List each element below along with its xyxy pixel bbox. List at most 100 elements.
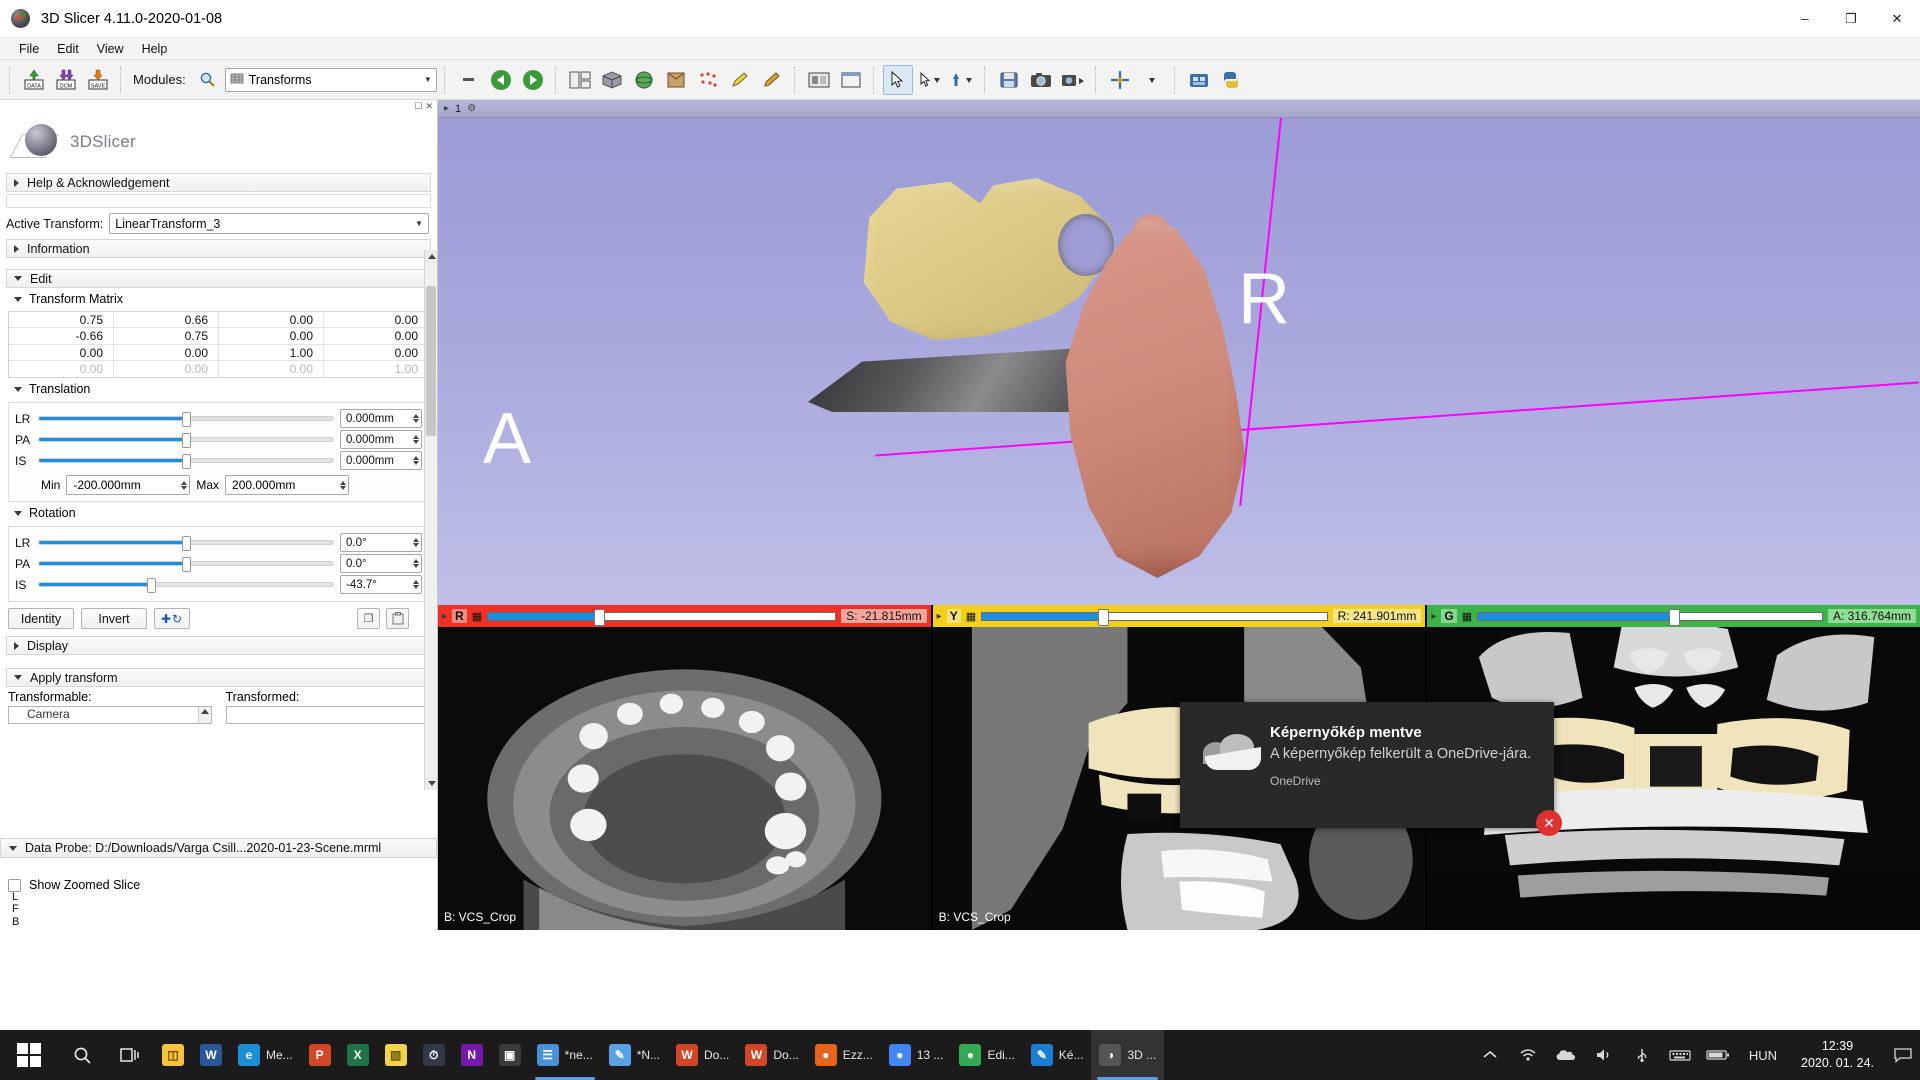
show-hidden-icons-button[interactable] — [1471, 1030, 1509, 1080]
pin-icon[interactable]: ▸ — [442, 611, 447, 622]
markups-icon[interactable] — [693, 65, 723, 95]
section-translation[interactable]: Translation — [0, 378, 437, 399]
load-dicom-button[interactable]: DCM — [51, 65, 81, 95]
mouse-mode-pointer-icon[interactable] — [883, 65, 913, 95]
translation-value-lr[interactable]: 0.000mm — [340, 409, 422, 428]
battery-icon[interactable] — [1699, 1030, 1737, 1080]
taskbar-app-word-doc-1[interactable]: W Do... — [668, 1030, 737, 1080]
slider-handle[interactable] — [182, 454, 191, 469]
active-transform-select[interactable]: LinearTransform_3 ▼ — [109, 213, 429, 234]
usb-icon[interactable] — [1623, 1030, 1661, 1080]
slider-track[interactable] — [38, 416, 334, 421]
onedrive-notification-toast[interactable]: Képernyőkép mentve A képernyőkép felkerü… — [1180, 702, 1554, 828]
slider-track[interactable] — [38, 540, 334, 545]
taskbar-app-excel[interactable]: X — [339, 1030, 377, 1080]
slider-track[interactable] — [38, 437, 334, 442]
translation-value-pa[interactable]: 0.000mm — [340, 430, 422, 449]
volume-rendering-icon[interactable] — [597, 65, 627, 95]
transform-matrix-table[interactable]: 0.75 0.66 0.00 0.00 -0.66 0.75 0.00 0.00… — [8, 311, 429, 378]
screenshot-region-icon[interactable] — [804, 65, 834, 95]
toast-close-button[interactable]: ✕ — [1536, 810, 1562, 836]
menu-view[interactable]: View — [88, 40, 133, 58]
matrix-cell[interactable]: 0.00 — [324, 345, 428, 361]
place-markup-icon[interactable] — [915, 65, 945, 95]
volumes-icon[interactable] — [661, 65, 691, 95]
translation-slider-pa[interactable]: PA 0.000mm — [15, 429, 422, 450]
chevron-down-icon[interactable]: ▼ — [415, 219, 423, 228]
layout-icon[interactable] — [565, 65, 595, 95]
spinner-buttons[interactable] — [413, 580, 421, 589]
rotation-slider-is[interactable]: IS -43.7° — [15, 574, 422, 595]
slider-handle[interactable] — [594, 609, 605, 626]
place-fiducial-icon[interactable] — [947, 65, 977, 95]
section-transform-matrix[interactable]: Transform Matrix — [0, 288, 437, 309]
taskbar-app-chrome-13[interactable]: ● 13 ... — [881, 1030, 952, 1080]
clock[interactable]: 12:39 2020. 01. 24. — [1789, 1038, 1886, 1072]
section-help-acknowledgement[interactable]: Help & Acknowledgement — [6, 173, 431, 192]
section-display[interactable]: Display — [6, 636, 431, 655]
slider-handle[interactable] — [1098, 609, 1109, 626]
grid-icon[interactable]: ▦ — [472, 610, 482, 623]
transformed-list[interactable] — [226, 706, 430, 724]
search-icon[interactable] — [58, 1030, 106, 1080]
taskbar-app-file-explorer[interactable]: ◫ — [154, 1030, 192, 1080]
extension-manager-icon[interactable] — [1184, 65, 1214, 95]
taskbar-app-sticky-notes[interactable]: ▧ — [377, 1030, 415, 1080]
add-rotate-icon-button[interactable]: ✚↻ — [154, 608, 190, 629]
screenshot-window-icon[interactable] — [836, 65, 866, 95]
spinner-buttons[interactable] — [413, 414, 421, 423]
identity-button[interactable]: Identity — [8, 608, 74, 629]
spinner-buttons[interactable] — [413, 435, 421, 444]
3d-render-view[interactable]: R A — [438, 118, 1920, 605]
redo-icon[interactable] — [518, 65, 548, 95]
taskbar-app-edge-media[interactable]: e Me... — [230, 1030, 301, 1080]
pin-icon[interactable]: ▸ — [444, 103, 449, 114]
panel-scrollbar[interactable] — [424, 250, 437, 790]
matrix-cell[interactable]: 0.00 — [324, 328, 428, 344]
show-zoomed-slice-row[interactable]: Show Zoomed Slice — [8, 878, 140, 892]
spinner-buttons[interactable] — [181, 481, 189, 490]
windows-start-icon[interactable] — [0, 1030, 58, 1080]
slider-handle[interactable] — [182, 433, 191, 448]
spinner-buttons[interactable] — [413, 559, 421, 568]
slider-track[interactable] — [38, 458, 334, 463]
rotation-value-pa[interactable]: 0.0° — [340, 554, 422, 573]
close-button[interactable]: ✕ — [1874, 0, 1920, 38]
segment-editor-icon[interactable] — [725, 65, 755, 95]
crosshair-dropdown-icon[interactable] — [1137, 65, 1167, 95]
section-rotation[interactable]: Rotation — [0, 502, 437, 523]
grid-icon[interactable]: ▦ — [966, 610, 976, 623]
volume-icon[interactable] — [1585, 1030, 1623, 1080]
translation-slider-lr[interactable]: LR 0.000mm — [15, 408, 422, 429]
max-field[interactable]: 200.000mm — [225, 475, 349, 495]
spinner-buttons[interactable] — [340, 481, 348, 490]
taskbar-app-paint-ke[interactable]: ✎ Ké... — [1023, 1030, 1092, 1080]
section-information[interactable]: Information — [6, 239, 431, 258]
maximize-button[interactable]: ❐ — [1828, 0, 1874, 38]
slice-slider-track-red[interactable] — [487, 612, 836, 621]
data-probe-section[interactable]: Data Probe: D:/Downloads/Varga Csill...2… — [0, 838, 437, 858]
taskbar-app-chrome-edi[interactable]: ● Edi... — [951, 1030, 1022, 1080]
pin-icon[interactable]: ▸ — [937, 611, 942, 622]
panel-undock-icon[interactable]: ☐ — [414, 101, 422, 112]
list-item[interactable]: Camera — [27, 707, 70, 721]
chevron-up-icon[interactable] — [201, 709, 209, 714]
matrix-cell[interactable]: 0.00 — [9, 345, 114, 361]
section-apply-transform[interactable]: Apply transform — [6, 668, 431, 687]
screen-capture-icon[interactable] — [1058, 65, 1088, 95]
chevron-down-icon[interactable]: ▼ — [424, 75, 432, 84]
matrix-cell[interactable]: 0.00 — [219, 328, 324, 344]
matrix-cell[interactable]: 1.00 — [219, 345, 324, 361]
scroll-up-icon[interactable] — [425, 250, 438, 263]
min-field[interactable]: -200.000mm — [66, 475, 190, 495]
onedrive-tray-icon[interactable] — [1547, 1030, 1585, 1080]
list-scrollbar[interactable] — [198, 707, 211, 723]
taskbar-app-3d-slicer[interactable]: ◑ 3D ... — [1091, 1030, 1164, 1080]
taskbar-app-notepad-ne[interactable]: ☰ *ne... — [529, 1030, 601, 1080]
notification-icon[interactable] — [1886, 1030, 1920, 1080]
rotation-slider-lr[interactable]: LR 0.0° — [15, 532, 422, 553]
module-selector[interactable]: Transforms ▼ — [225, 68, 437, 92]
section-edit[interactable]: Edit — [6, 269, 431, 288]
taskbar-app-notepad-n[interactable]: ✎ *N... — [601, 1030, 668, 1080]
matrix-cell[interactable]: 0.00 — [324, 312, 428, 328]
